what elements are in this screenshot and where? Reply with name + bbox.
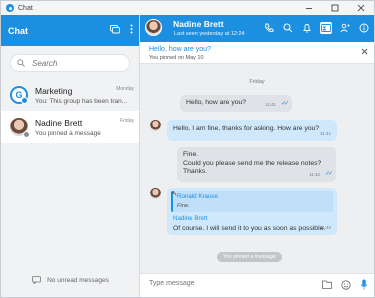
reply-icon [171,191,177,196]
chat-preview: You pinned a message [35,129,101,137]
read-receipt-icon: ✓✓ [280,101,289,108]
search-icon [17,59,25,67]
unpin-button[interactable] [361,47,368,57]
more-info-button[interactable] [358,22,370,34]
sidebar-title: Chat [8,25,28,36]
sidebar-header: Chat [1,15,139,46]
notifications-button[interactable] [301,22,313,34]
message-text: Of course. I will send it to you as soon… [173,225,326,233]
pinned-message-info: You pinned on May 10 [149,55,204,61]
message-line: Could you please send me the release not… [183,159,322,167]
contact-name[interactable]: Nadine Brett [173,19,224,29]
chat-item-nadine-brett[interactable]: Nadine Brett You pinned a message Friday [1,111,139,143]
conversation-header: Nadine Brett Last seen yesterday at 12:2… [140,15,374,42]
message-text: Hello, I am fine, thanks for asking. How… [173,125,320,132]
window-title: Chat [18,4,33,12]
message-line: Thanks. [183,168,208,176]
message-bubble[interactable]: Hello, I am fine, thanks for asking. How… [167,120,337,141]
attach-file-icon[interactable] [322,280,332,289]
group-badge-icon [21,97,28,104]
phone-icon [265,23,274,33]
offline-status-icon [23,131,30,138]
more-options-icon[interactable] [130,24,133,34]
chat-day: Friday [120,118,134,124]
unread-status: No unread messages [1,276,140,284]
message-input[interactable] [149,280,299,287]
message-bubble[interactable]: Hello, how are you? 11:41 ✓✓ [180,95,292,112]
search-input[interactable] [32,58,122,68]
maximize-button[interactable] [322,1,348,15]
pinned-message-text: Hello, how are you? [149,46,211,53]
avatar [10,118,30,138]
close-icon [357,4,365,12]
info-icon [359,23,369,33]
pinned-message-bar[interactable]: Hello, how are you? You pinned on May 10 [140,42,374,64]
message-composer [140,273,374,297]
group-avatar: G [10,86,28,104]
close-window-button[interactable] [348,1,374,15]
message-time: 11:41 [320,131,331,137]
add-participant-button[interactable] [339,22,351,34]
chat-list: G Marketing You: This group has been tra… [1,79,139,143]
new-chat-icon[interactable] [110,24,120,34]
chat-day: Monday [116,86,134,92]
window-controls [296,1,374,15]
conversation-pane: Nadine Brett Last seen yesterday at 12:2… [140,15,374,297]
message-time: 11:42 [309,172,320,178]
search-icon [283,23,293,33]
title-bar: Chat [1,1,374,15]
message-line: Fine. [183,151,199,158]
message-list: Friday Hello, how are you? 11:41 ✓✓ Hell… [140,64,374,274]
contact-card-icon [321,24,331,32]
search-messages-button[interactable] [282,22,294,34]
message-icon [32,276,41,284]
maximize-icon [331,4,339,12]
message-bubble[interactable]: Fine. Could you please send me the relea… [177,147,336,182]
reply-quote[interactable]: Ronald Krause Fine. [171,191,333,213]
quote-text: Fine. [177,202,190,209]
microphone-icon[interactable] [360,279,368,290]
call-button[interactable] [263,22,275,34]
read-receipt-icon: ✓✓ [324,171,333,178]
contact-status: Last seen yesterday at 12:24 [174,31,245,37]
add-user-icon [340,23,350,33]
message-sender: Nadine Brett [173,215,208,223]
message-time: 11:41 [265,102,276,108]
system-message: You pinned a message [217,252,282,262]
minimize-button[interactable] [296,1,322,15]
unread-label: No unread messages [47,276,109,284]
contact-avatar[interactable] [145,19,162,36]
contact-info-button[interactable] [320,22,332,34]
day-separator: Friday [249,79,265,85]
chat-item-marketing[interactable]: G Marketing You: This group has been tra… [1,79,139,111]
emoji-icon[interactable] [341,279,351,290]
app-logo-icon [6,4,14,12]
minimize-icon [306,8,312,9]
bell-icon [303,24,311,33]
sender-avatar [150,120,161,131]
close-icon [361,48,368,55]
quote-sender: Ronald Krause [177,193,218,200]
message-text: Hello, how are you? [186,99,247,106]
sender-avatar [150,188,161,199]
message-time: 11:42 [320,225,331,231]
search-box[interactable] [10,54,130,72]
chat-sidebar: Chat G [1,15,140,297]
chat-preview: You: This group has been tran... [35,97,128,105]
chat-window: Chat Chat Search G Marketing You: This g… [0,0,375,298]
message-bubble[interactable]: Ronald Krause Fine. Nadine Brett Of cour… [167,188,337,235]
